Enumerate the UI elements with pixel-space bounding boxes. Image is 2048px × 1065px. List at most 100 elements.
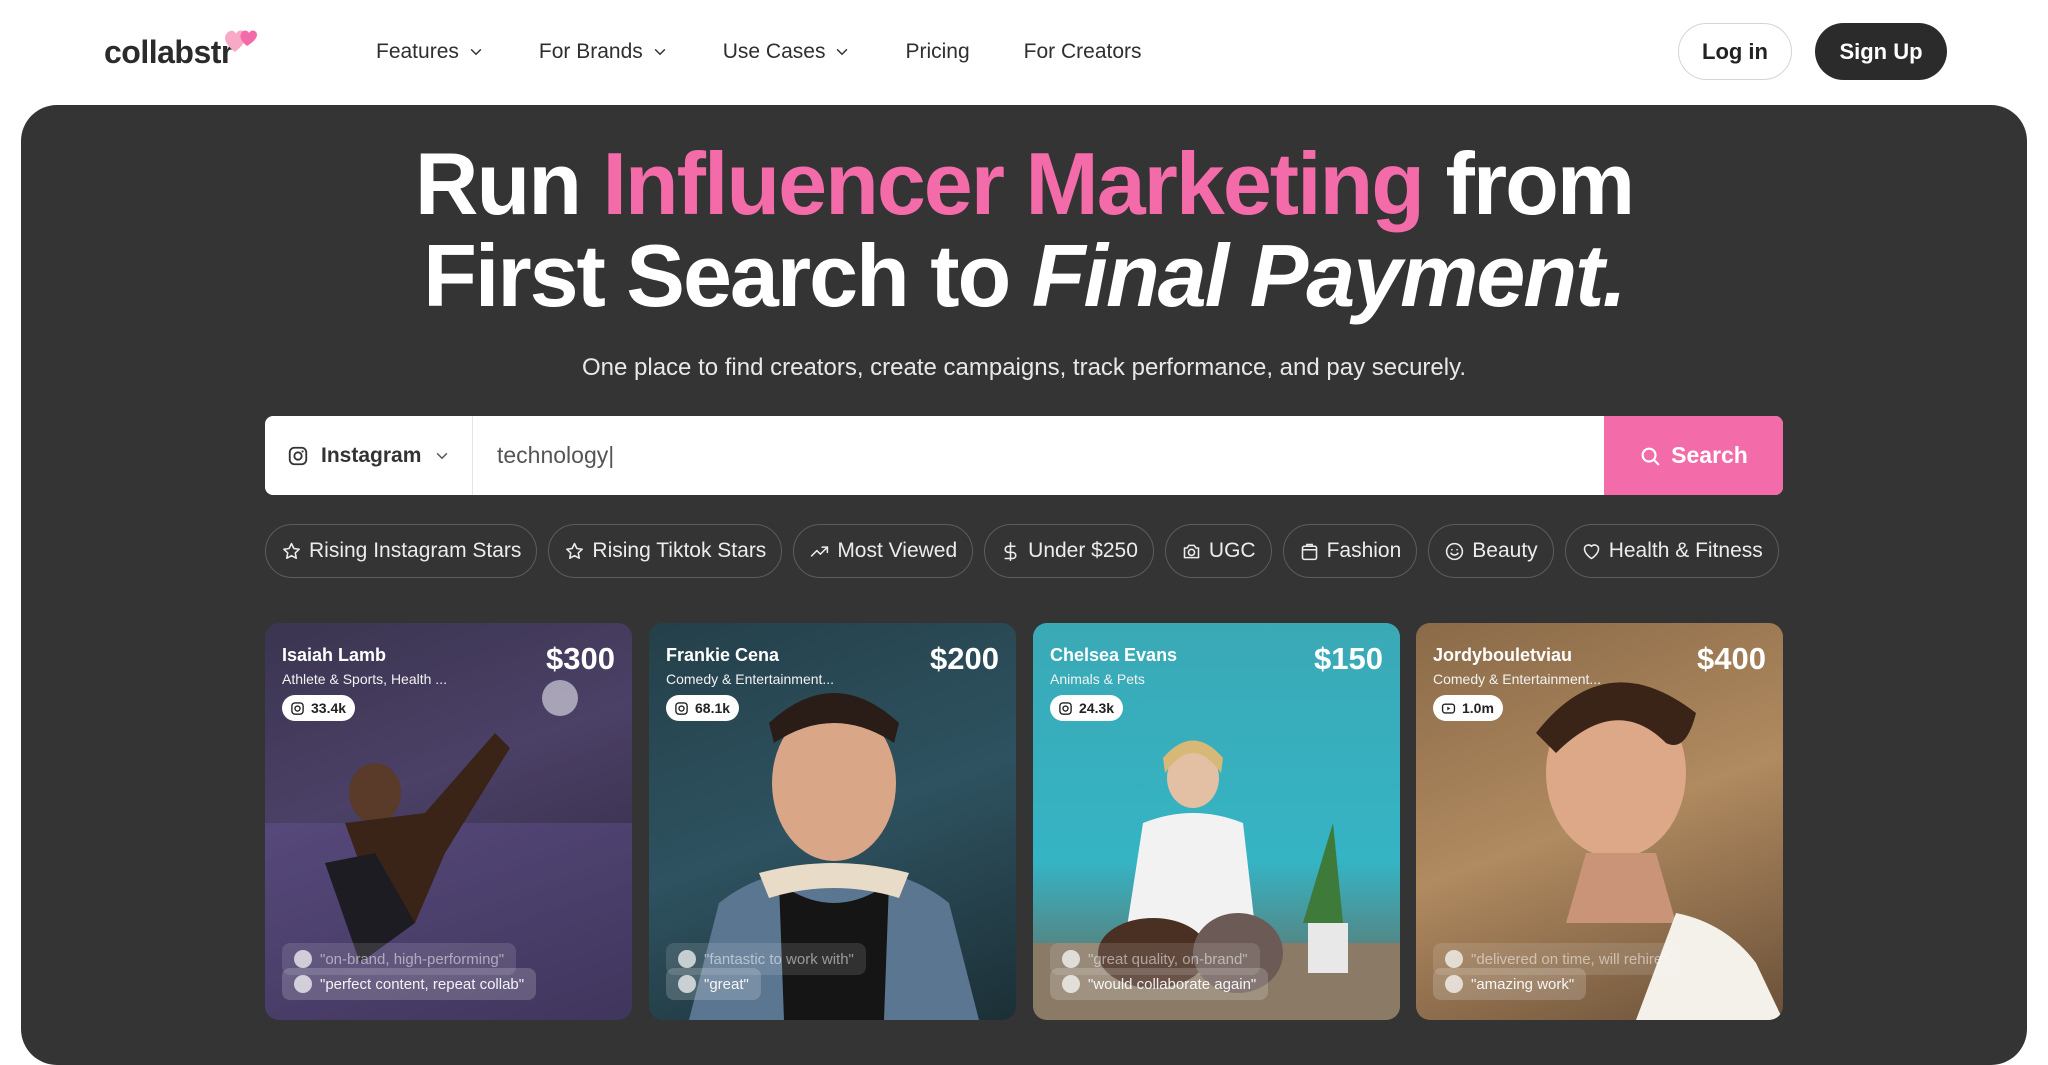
nav-features-label: Features [376, 40, 459, 63]
signup-button[interactable]: Sign Up [1815, 23, 1947, 80]
creator-category: Comedy & Entertainment... [1433, 671, 1602, 687]
chip-label: Rising Instagram Stars [309, 539, 522, 562]
chip-label: Under $250 [1028, 539, 1138, 562]
follower-badge: 33.4k [282, 695, 356, 721]
chip-fashion[interactable]: Fashion [1282, 524, 1418, 578]
follower-count: 1.0m [1462, 700, 1494, 716]
chip-most-viewed[interactable]: Most Viewed [793, 524, 974, 578]
instagram-icon [288, 446, 308, 465]
dollar-icon [1004, 541, 1017, 561]
instagram-icon [675, 701, 688, 715]
chip-label: UGC [1208, 539, 1256, 562]
review-text: "great quality, on-brand" [1088, 950, 1248, 968]
nav-for-brands[interactable]: For Brands [539, 40, 669, 64]
search-input[interactable] [497, 416, 1547, 495]
creator-name: Frankie Cena [666, 645, 780, 665]
filter-chips: Rising Instagram Stars Rising Tiktok Sta… [265, 524, 1779, 578]
follower-badge: 1.0m [1433, 695, 1503, 721]
follower-count: 68.1k [695, 700, 731, 716]
chip-rising-tiktok[interactable]: Rising Tiktok Stars [548, 524, 783, 578]
hero-heading-line2: First Search to Final Payment. [21, 230, 2027, 322]
chip-label: Rising Tiktok Stars [592, 539, 767, 562]
creator-price: $400 [1697, 641, 1766, 676]
chip-label: Health & Fitness [1608, 539, 1763, 562]
chip-rising-instagram[interactable]: Rising Instagram Stars [265, 524, 538, 578]
creator-name: Jordybouletviau [1433, 645, 1573, 665]
creator-card[interactable]: Frankie Cena Comedy & Entertainment... $… [649, 623, 1016, 1020]
nav-pricing[interactable]: Pricing [905, 40, 969, 64]
reviewer-avatar [678, 950, 696, 968]
creator-category: Athlete & Sports, Health ... [282, 671, 447, 687]
nav-for-brands-label: For Brands [538, 40, 643, 63]
nav-features[interactable]: Features [376, 40, 485, 64]
review-snippet: "would collaborate again" [1050, 968, 1269, 1000]
instagram-icon [291, 701, 304, 715]
creator-price: $150 [1314, 641, 1383, 676]
creator-card[interactable]: Chelsea Evans Animals & Pets $150 24.3k … [1033, 623, 1400, 1020]
creator-card[interactable]: Isaiah Lamb Athlete & Sports, Health ...… [265, 623, 632, 1020]
creator-name: Chelsea Evans [1050, 645, 1178, 665]
creator-name: Isaiah Lamb [282, 645, 387, 665]
logo[interactable]: collabstr [104, 30, 257, 74]
login-button[interactable]: Log in [1678, 23, 1792, 80]
reviewer-avatar [1062, 950, 1080, 968]
chip-beauty[interactable]: Beauty [1428, 524, 1554, 578]
chip-ugc[interactable]: UGC [1164, 524, 1272, 578]
heading-from: from [1423, 134, 1636, 233]
reviewer-avatar [1445, 975, 1463, 993]
creator-card[interactable]: Jordybouletviau Comedy & Entertainment..… [1416, 623, 1783, 1020]
logo-text: collabstr [104, 33, 233, 70]
review-snippet: "amazing work" [1433, 968, 1587, 1000]
hero-section: Run Influencer Marketing from First Sear… [21, 105, 2027, 1065]
instagram-icon [1059, 701, 1072, 715]
platform-label: Instagram [321, 443, 422, 467]
chip-label: Beauty [1472, 539, 1538, 562]
hearts-logo-icon [224, 30, 257, 52]
nav-for-creators-label: For Creators [1023, 40, 1142, 63]
heading-first-search: First Search to [423, 226, 1032, 325]
review-text: "amazing work" [1471, 975, 1575, 993]
platform-select[interactable]: Instagram [265, 416, 473, 495]
chevron-down-icon [654, 49, 665, 56]
search-icon [1641, 447, 1660, 465]
nav-links: Features For Brands Use Cases Pricing Fo… [376, 30, 1196, 74]
reviewer-avatar [1445, 950, 1463, 968]
creator-price: $300 [546, 641, 615, 676]
follower-badge: 24.3k [1050, 695, 1124, 721]
reviewer-avatar [678, 975, 696, 993]
review-text: "would collaborate again" [1088, 975, 1257, 993]
youtube-icon [1441, 702, 1456, 714]
creator-category: Animals & Pets [1050, 671, 1145, 687]
follower-count: 24.3k [1079, 700, 1115, 716]
nav-for-creators[interactable]: For Creators [1024, 40, 1142, 64]
nav-pricing-label: Pricing [905, 40, 970, 63]
heading-final-payment: Final Payment. [1031, 226, 1627, 325]
search-button[interactable]: Search [1604, 416, 1783, 495]
review-text: "delivered on time, will rehire" [1471, 950, 1668, 968]
chip-under-250[interactable]: Under $250 [984, 524, 1154, 578]
creator-price: $200 [930, 641, 999, 676]
chevron-down-icon [837, 49, 848, 56]
reviewer-avatar [294, 950, 312, 968]
chip-label: Fashion [1326, 539, 1402, 562]
heading-run: Run [414, 134, 603, 233]
top-nav: collabstr Features For Brands Use Cases … [0, 0, 2048, 105]
chevron-down-icon [437, 452, 448, 459]
star-icon [283, 542, 300, 559]
review-snippet: "perfect content, repeat collab" [282, 968, 537, 1000]
reviewer-avatar [1062, 975, 1080, 993]
chip-health-fitness[interactable]: Health & Fitness [1564, 524, 1779, 578]
chip-label: Most Viewed [837, 539, 958, 562]
follower-count: 33.4k [311, 700, 347, 716]
hero-subtitle: One place to find creators, create campa… [582, 354, 1466, 381]
star-icon [566, 542, 584, 559]
reviewer-avatar [294, 975, 312, 993]
hero-heading-line1: Run Influencer Marketing from [21, 138, 2027, 230]
bag-icon [1301, 543, 1317, 560]
chevron-down-icon [470, 49, 482, 56]
nav-use-cases[interactable]: Use Cases [723, 40, 852, 64]
creator-category: Comedy & Entertainment... [666, 671, 835, 687]
heart-icon [1583, 543, 1599, 559]
review-text: "great" [704, 975, 749, 993]
nav-use-cases-label: Use Cases [722, 40, 826, 63]
